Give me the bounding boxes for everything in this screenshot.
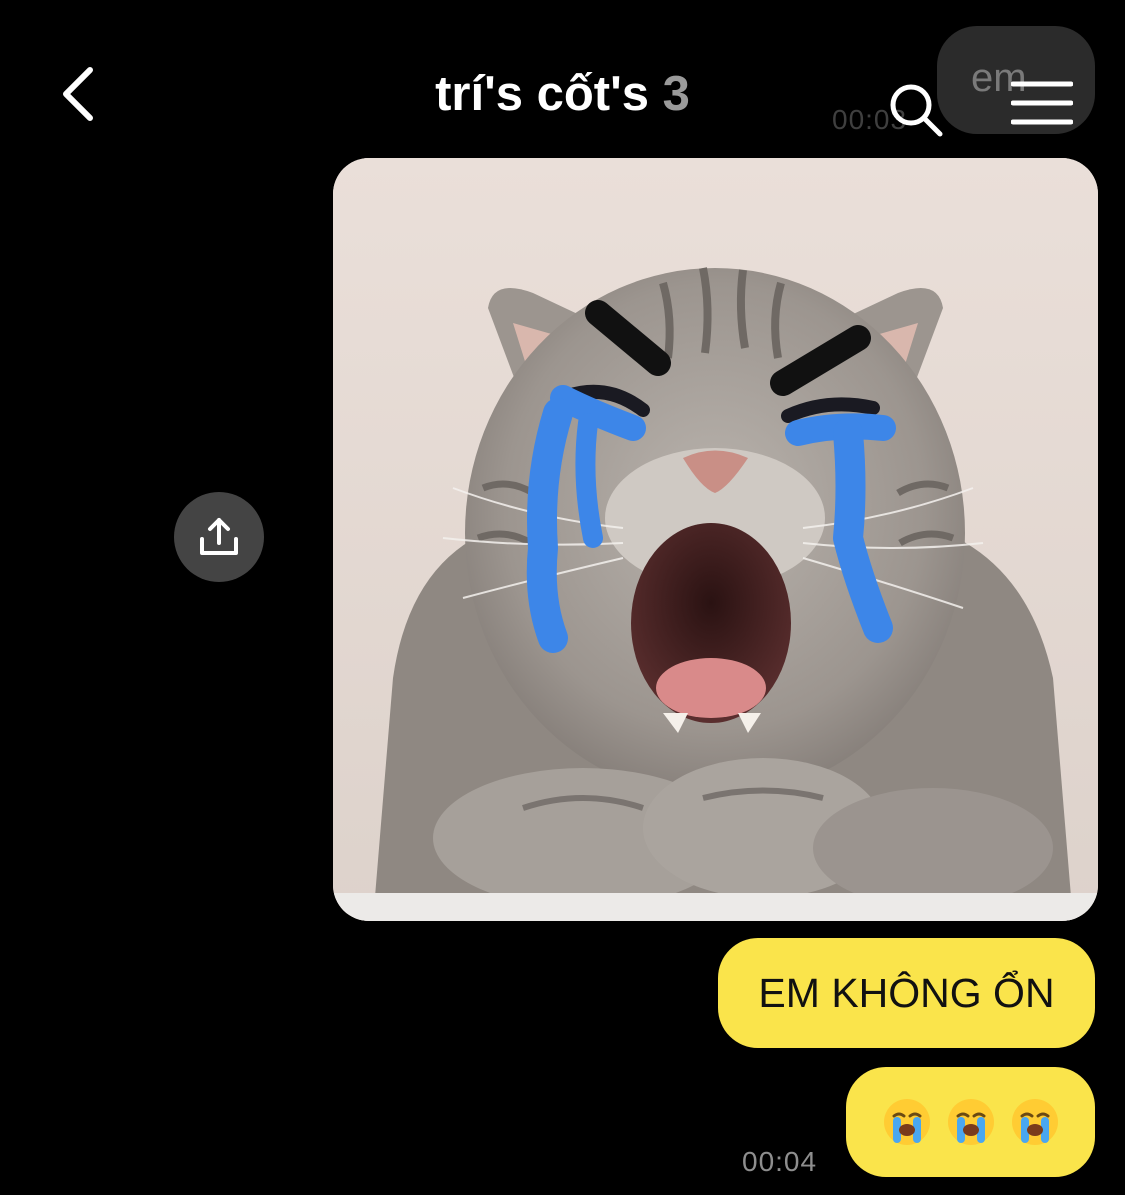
loudly-crying-face-icon [883, 1099, 930, 1145]
message-time: 00:04 [742, 1146, 818, 1177]
crying-cat-image [333, 158, 1098, 921]
chat-title-text: trí's cốt's [435, 67, 650, 121]
image-message[interactable] [333, 158, 1098, 921]
back-button[interactable] [40, 56, 116, 132]
share-button[interactable] [174, 492, 264, 582]
chevron-left-icon [63, 67, 93, 121]
member-count: 3 [662, 67, 690, 121]
loudly-crying-face-icon [1011, 1099, 1058, 1145]
sent-message-bubble[interactable]: EM KHÔNG ỔN [718, 938, 1095, 1048]
chat-title: trí's cốt's 3 [300, 66, 825, 122]
share-upload-icon [200, 518, 238, 555]
menu-button[interactable] [1004, 70, 1080, 136]
hamburger-menu-icon [1011, 81, 1073, 125]
search-button[interactable] [880, 74, 952, 146]
sent-emoji-bubble[interactable]: 😭😭😭 [846, 1067, 1095, 1177]
search-icon [890, 84, 943, 137]
loudly-crying-face-icon [947, 1099, 994, 1145]
sent-message-text: EM KHÔNG ỔN [758, 969, 1055, 1016]
